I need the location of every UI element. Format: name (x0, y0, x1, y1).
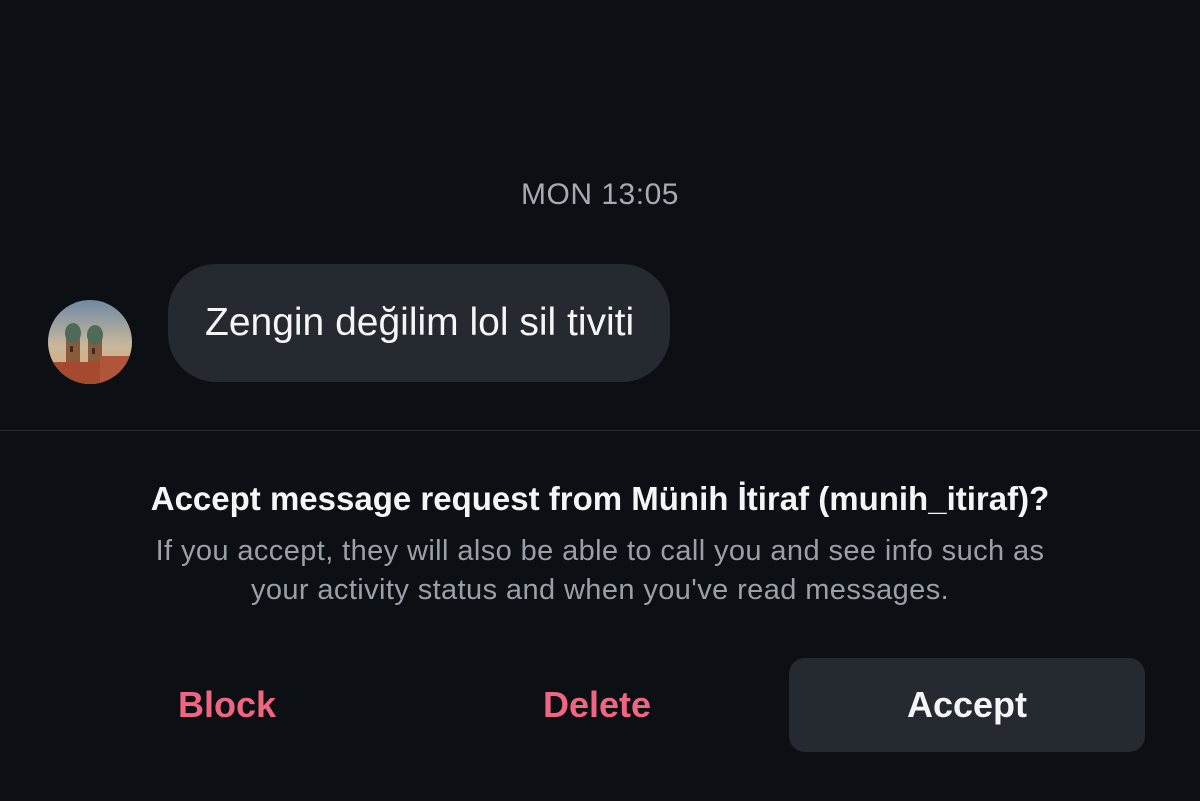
request-description-line: If you accept, they will also be able to… (155, 535, 1045, 567)
cathedral-avatar-icon (48, 300, 132, 384)
message-row: Zengin değilim lol sil tiviti (48, 264, 768, 384)
block-button[interactable]: Block (112, 658, 342, 752)
request-title: Accept message request from Münih İtiraf… (150, 480, 1050, 517)
accept-button[interactable]: Accept (789, 658, 1145, 752)
message-timestamp: MON 13:05 (521, 178, 679, 211)
request-actions: Block Delete Accept (0, 658, 1200, 754)
message-text: Zengin değilim lol sil tiviti (205, 301, 635, 344)
delete-button[interactable]: Delete (482, 658, 712, 752)
message-bubble[interactable]: Zengin değilim lol sil tiviti (168, 264, 671, 382)
divider (0, 430, 1200, 431)
sender-avatar[interactable] (48, 300, 132, 384)
request-description: If you accept, they will also be able to… (0, 532, 1200, 610)
request-description-line: your activity status and when you've rea… (250, 574, 950, 606)
